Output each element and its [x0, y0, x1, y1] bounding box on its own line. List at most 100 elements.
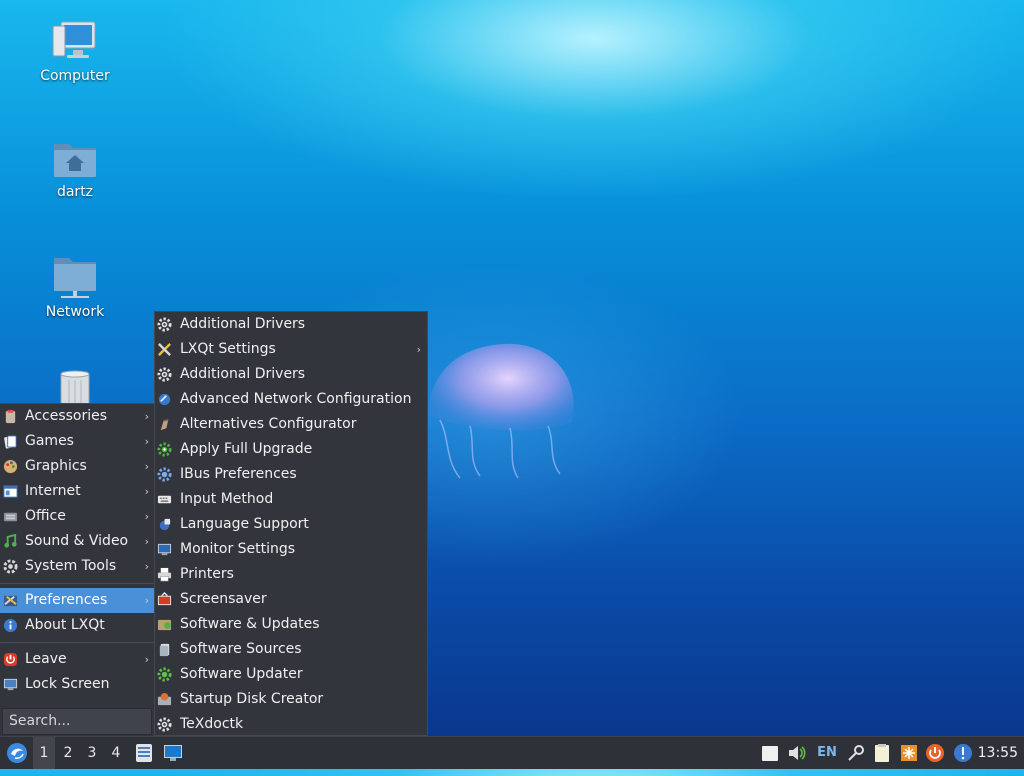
- chevron-right-icon: ›: [144, 510, 149, 523]
- menu-item-alternatives-configurator[interactable]: Alternatives Configurator: [155, 412, 427, 437]
- menu-separator: [0, 583, 155, 584]
- menu-item-office[interactable]: Office ›: [0, 504, 155, 529]
- menu-item-label: About LXQt: [25, 617, 105, 633]
- chevron-right-icon: ›: [144, 435, 149, 448]
- startup-disk-icon: [157, 692, 172, 706]
- notes-tray-icon[interactable]: [872, 743, 892, 763]
- chevron-right-icon: ›: [144, 410, 149, 423]
- desktop-icon-label: Network: [45, 304, 105, 320]
- menu-search-input[interactable]: Search...: [2, 708, 152, 735]
- workspace-2[interactable]: 2: [57, 737, 79, 769]
- menu-item-additional-drivers[interactable]: Additional Drivers: [155, 312, 427, 337]
- menu-item-label: Office: [25, 508, 66, 524]
- workspace-3[interactable]: 3: [81, 737, 103, 769]
- sound-video-icon: [4, 534, 17, 548]
- show-desktop-button[interactable]: [160, 737, 186, 769]
- menu-item-apply-full-upgrade[interactable]: Apply Full Upgrade: [155, 437, 427, 462]
- menu-item-language-support[interactable]: Language Support: [155, 512, 427, 537]
- keyboard-icon: [157, 495, 172, 504]
- trash-icon: [60, 370, 90, 406]
- chevron-right-icon: ›: [144, 560, 149, 573]
- preferences-icon: [3, 595, 18, 607]
- power-button-icon[interactable]: [925, 743, 945, 763]
- menu-item-label: Input Method: [180, 491, 274, 507]
- taskbar: 1 2 3 4 EN 13:55: [0, 736, 1024, 769]
- menu-item-label: Alternatives Configurator: [180, 416, 357, 432]
- preferences-submenu: Additional Drivers LXQt Settings › Addit…: [154, 311, 428, 736]
- menu-item-internet[interactable]: Internet ›: [0, 479, 155, 504]
- upgrade-gear-icon: [157, 442, 172, 457]
- menu-item-accessories[interactable]: Accessories ›: [0, 404, 155, 429]
- menu-item-preferences[interactable]: Preferences ›: [0, 588, 155, 613]
- gear-icon: [157, 367, 172, 382]
- desktop-icon-computer[interactable]: Computer: [30, 20, 120, 84]
- menu-item-label: LXQt Settings: [180, 341, 276, 357]
- clipboard-tray-icon[interactable]: [760, 743, 780, 763]
- menu-item-label: Software Updater: [180, 666, 303, 682]
- graphics-icon: [3, 459, 18, 474]
- gear-icon: [157, 317, 172, 332]
- lock-screen-icon: [3, 678, 18, 691]
- monitor-icon: [157, 543, 172, 556]
- info-icon: [3, 618, 18, 633]
- menu-item-label: Language Support: [180, 516, 309, 532]
- gear-icon: [157, 717, 172, 732]
- desktop-icon-network[interactable]: Network: [30, 254, 120, 320]
- menu-item-advanced-network-configuration[interactable]: Advanced Network Configuration: [155, 387, 427, 412]
- menu-item-label: Leave: [25, 651, 67, 667]
- menu-item-label: Startup Disk Creator: [180, 691, 324, 707]
- software-updates-icon: [157, 619, 172, 631]
- tools-icon: [158, 343, 171, 356]
- software-updater-icon: [157, 667, 172, 682]
- desktop-icon-label: dartz: [56, 184, 94, 200]
- network-tray-icon[interactable]: [846, 743, 866, 763]
- menu-item-graphics[interactable]: Graphics ›: [0, 454, 155, 479]
- menu-item-software-updater[interactable]: Software Updater: [155, 662, 427, 687]
- menu-item-label: Sound & Video: [25, 533, 129, 549]
- office-icon: [3, 512, 18, 522]
- menu-item-additional-drivers-2[interactable]: Additional Drivers: [155, 362, 427, 387]
- menu-separator: [0, 642, 155, 643]
- menu-item-label: TeXdoctk: [180, 716, 244, 732]
- menu-item-label: Graphics: [25, 458, 87, 474]
- menu-item-lxqt-settings[interactable]: LXQt Settings ›: [155, 337, 427, 362]
- main-menu-button[interactable]: [4, 737, 30, 769]
- menu-item-label: IBus Preferences: [180, 466, 297, 482]
- menu-item-printers[interactable]: Printers: [155, 562, 427, 587]
- ibus-gear-icon: [157, 467, 172, 482]
- menu-item-about-lxqt[interactable]: About LXQt: [0, 613, 155, 638]
- printer-icon: [157, 567, 172, 582]
- keyboard-layout-indicator[interactable]: EN: [814, 737, 840, 769]
- menu-item-leave[interactable]: Leave ›: [0, 647, 155, 672]
- menu-item-system-tools[interactable]: System Tools ›: [0, 554, 155, 579]
- menu-item-label: Additional Drivers: [180, 366, 306, 382]
- alert-icon[interactable]: [953, 743, 973, 763]
- desktop-icon-trash[interactable]: [30, 370, 120, 406]
- application-menu: Accessories › Games › Graphics › Interne…: [0, 403, 155, 737]
- menu-item-label: Software Sources: [180, 641, 302, 657]
- update-notifier-icon[interactable]: [899, 743, 919, 763]
- menu-item-input-method[interactable]: Input Method: [155, 487, 427, 512]
- menu-item-software-updates[interactable]: Software & Updates: [155, 612, 427, 637]
- menu-item-software-sources[interactable]: Software Sources: [155, 637, 427, 662]
- volume-icon[interactable]: [787, 743, 807, 763]
- menu-item-sound-video[interactable]: Sound & Video ›: [0, 529, 155, 554]
- file-manager-launcher[interactable]: [132, 737, 156, 769]
- clock[interactable]: 13:55: [978, 737, 1018, 769]
- menu-item-monitor-settings[interactable]: Monitor Settings: [155, 537, 427, 562]
- menu-item-startup-disk-creator[interactable]: Startup Disk Creator: [155, 687, 427, 712]
- system-tools-icon: [3, 559, 18, 574]
- desktop-icon-home[interactable]: dartz: [30, 138, 120, 200]
- workspace-4[interactable]: 4: [105, 737, 127, 769]
- menu-item-lock-screen[interactable]: Lock Screen: [0, 672, 155, 697]
- workspace-1[interactable]: 1: [33, 737, 55, 769]
- menu-item-screensaver[interactable]: Screensaver: [155, 587, 427, 612]
- menu-item-label: System Tools: [25, 558, 117, 574]
- games-icon: [4, 435, 17, 449]
- desktop-icon: [164, 745, 182, 761]
- menu-item-games[interactable]: Games ›: [0, 429, 155, 454]
- menu-item-ibus-preferences[interactable]: IBus Preferences: [155, 462, 427, 487]
- menu-item-texdoctk[interactable]: TeXdoctk: [155, 712, 427, 737]
- screensaver-icon: [157, 592, 172, 606]
- language-icon: [159, 518, 171, 531]
